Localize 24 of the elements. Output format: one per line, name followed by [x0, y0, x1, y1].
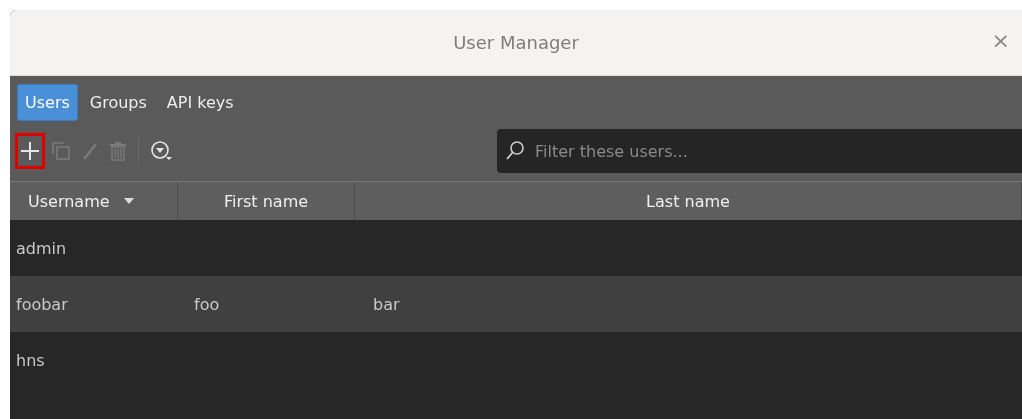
column-header[interactable]: Username	[10, 182, 178, 220]
window-title: User Manager	[453, 32, 579, 53]
add-button[interactable]	[15, 133, 45, 169]
search-field[interactable]: Filter these users...	[497, 129, 1022, 173]
column-header[interactable]: Last name	[355, 182, 1022, 220]
plus-icon	[20, 141, 40, 161]
tab[interactable]: Groups	[81, 84, 155, 121]
table-cell-text: foobar	[15, 294, 69, 314]
table-row[interactable]: hns	[10, 332, 1022, 388]
search-icon	[505, 140, 525, 162]
table-row[interactable]: admin	[10, 220, 1022, 276]
table-cell-text: admin	[15, 238, 68, 258]
filter-icon	[150, 140, 174, 162]
table-cell-text: bar	[372, 294, 401, 314]
tab[interactable]: API keys	[158, 84, 242, 121]
close-button[interactable]: ×	[987, 28, 1014, 53]
copy-icon	[51, 141, 71, 161]
pencil-icon	[81, 141, 99, 161]
tab[interactable]: Users	[17, 84, 78, 121]
table-row[interactable]: foobar foo bar	[10, 276, 1022, 332]
column-header[interactable]: First name	[178, 182, 355, 220]
trash-icon	[109, 141, 127, 161]
table-cell-text: hns	[15, 350, 46, 370]
table-cell-text: foo	[193, 294, 221, 314]
